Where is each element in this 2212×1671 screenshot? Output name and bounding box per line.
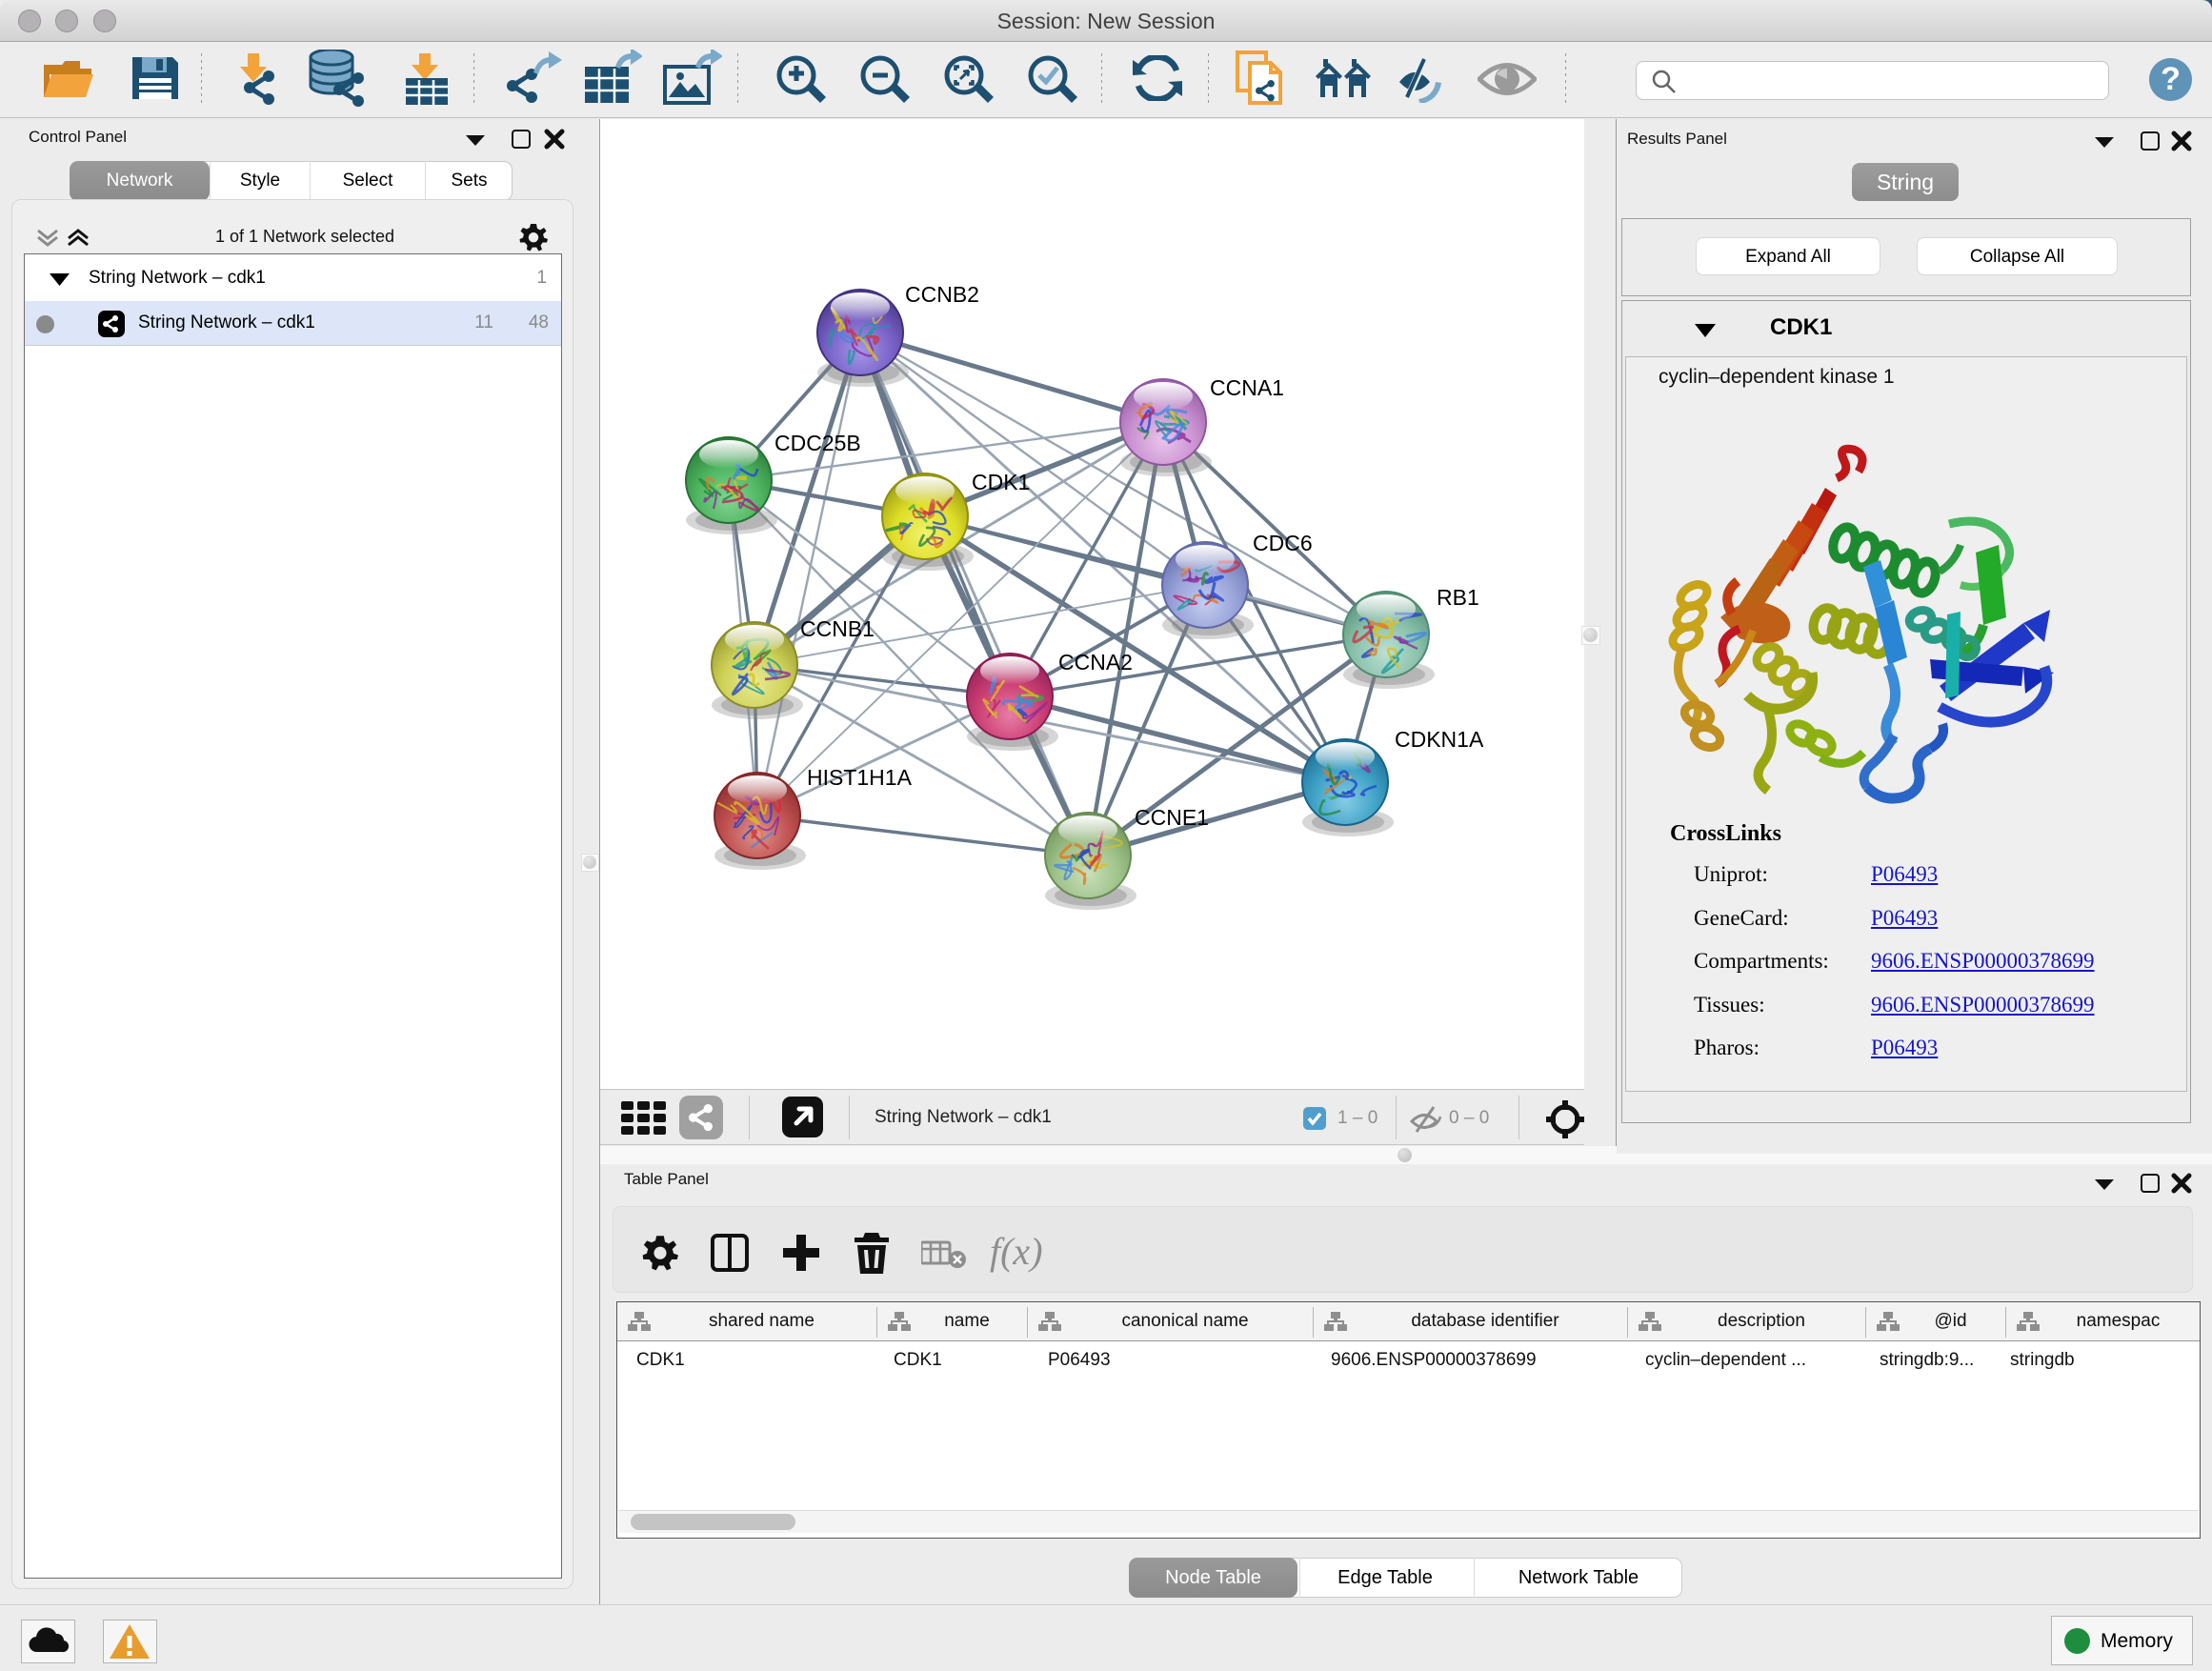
svg-text:RB1: RB1: [1437, 585, 1479, 610]
svg-text:CDKN1A: CDKN1A: [1395, 727, 1484, 752]
svg-text:CCNA2: CCNA2: [1058, 650, 1133, 674]
svg-text:CDC6: CDC6: [1253, 531, 1313, 555]
svg-text:CCNE1: CCNE1: [1135, 805, 1209, 830]
svg-text:CDC25B: CDC25B: [774, 431, 861, 455]
svg-text:HIST1H1A: HIST1H1A: [807, 765, 913, 790]
svg-text:CDK1: CDK1: [972, 470, 1030, 494]
svg-text:CCNB2: CCNB2: [905, 282, 979, 307]
svg-text:CCNA1: CCNA1: [1210, 375, 1284, 400]
svg-text:CCNB1: CCNB1: [800, 616, 875, 641]
